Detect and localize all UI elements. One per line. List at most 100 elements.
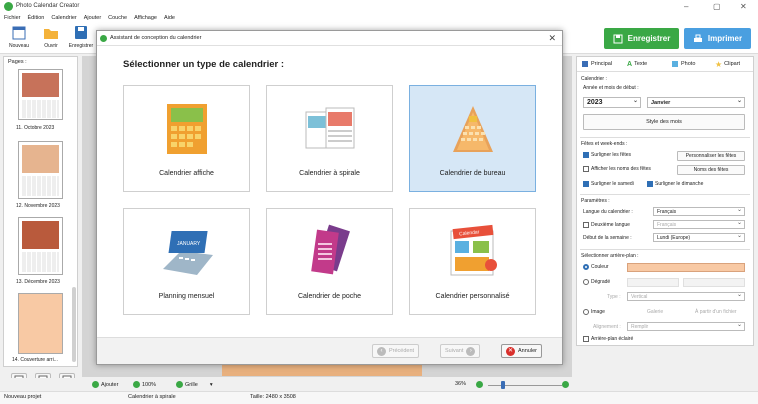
menu-help[interactable]: Aide — [164, 15, 175, 21]
zoom-slider-thumb[interactable] — [501, 381, 505, 389]
gradient-radio[interactable]: Dégradé — [583, 279, 610, 285]
zoom-in-button[interactable] — [562, 381, 569, 388]
tab-clipart[interactable]: ★ Clipart — [715, 57, 740, 71]
customize-holidays-button[interactable]: Personnaliser les fêtes — [677, 151, 745, 161]
page-thumb-november[interactable] — [18, 141, 63, 199]
pages-title: Pages : — [8, 59, 27, 65]
previous-button[interactable]: ‹ Précédent — [372, 344, 420, 358]
month-style-button[interactable]: Style des mois — [583, 114, 745, 130]
add-icon — [92, 381, 99, 388]
size-status: Taille: 2480 x 3508 — [250, 394, 296, 400]
page-caption-december: 13. Décembre 2023 — [16, 279, 60, 285]
highlight-saturday-checkbox[interactable]: Surligner le samedi — [583, 181, 634, 187]
grid-toggle[interactable]: Grille ▾ — [176, 381, 213, 388]
color-radio[interactable]: Couleur — [583, 264, 609, 270]
alignment-label: Alignement : — [593, 324, 621, 330]
new-calendar-icon — [12, 26, 26, 40]
properties-panel: Principal A Texte Photo ★ Clipart Calend… — [576, 56, 754, 346]
menu-layer[interactable]: Couche — [108, 15, 127, 21]
language-select[interactable]: Français — [653, 206, 745, 216]
params-section-title: Paramètres : — [581, 198, 610, 204]
grid-icon — [176, 381, 183, 388]
gradient-color-1[interactable] — [627, 278, 679, 287]
photo-tab-icon — [672, 61, 678, 67]
arrow-right-icon: › — [466, 346, 476, 356]
minimize-button[interactable]: – — [684, 2, 688, 11]
menu-add[interactable]: Ajouter — [84, 15, 101, 21]
dialog-footer: ‹ Précédent Suivant › ✕ Annuler — [97, 337, 562, 364]
save-icon — [613, 34, 623, 43]
planner-banner-text: JANUARY — [177, 241, 201, 247]
menu-calendar[interactable]: Calendrier — [51, 15, 76, 21]
card-custom-calendar[interactable]: Calendar Calendrier personnalisé — [409, 208, 536, 315]
menu-edit[interactable]: Édition — [28, 15, 45, 21]
holiday-names-button[interactable]: Noms des fêtes — [677, 165, 745, 175]
week-start-label: Début de la semaine : — [583, 235, 632, 241]
new-button[interactable]: Nouveau — [1, 25, 37, 52]
calendar-type-status: Calendrier à spirale — [128, 394, 176, 400]
year-spinner[interactable]: 2023 — [583, 96, 641, 108]
pages-panel: Pages : 11. Octobre 2023 12. Novembre 20… — [3, 56, 78, 367]
tab-text[interactable]: A Texte — [627, 57, 647, 71]
calendar-section-title: Calendrier : — [581, 76, 607, 82]
week-start-select[interactable]: Lundi (Europe) — [653, 232, 745, 242]
maximize-button[interactable]: ▢ — [713, 2, 721, 11]
pages-scrollbar[interactable] — [72, 287, 76, 362]
floppy-icon — [75, 26, 87, 39]
zoom-fit-button[interactable]: 100% — [133, 381, 156, 388]
card-desk-calendar[interactable]: Calendrier de bureau — [409, 85, 536, 192]
print-big-button[interactable]: Imprimer — [684, 28, 751, 49]
highlight-sunday-checkbox[interactable]: Surligner le dimanche — [647, 181, 703, 187]
zoom-out-button[interactable] — [476, 381, 483, 388]
title-bar: Photo Calendar Creator – ▢ ✕ — [0, 0, 758, 13]
gradient-color-2[interactable] — [683, 278, 745, 287]
second-language-select[interactable]: Français — [653, 219, 745, 229]
dialog-close-button[interactable]: ✕ — [548, 33, 556, 44]
page-caption-back-cover: 14. Couverture arri... — [12, 357, 58, 363]
gradient-type-label: Type : — [607, 294, 621, 300]
app-icon — [4, 2, 13, 11]
dialog-heading: Sélectionner un type de calendrier : — [123, 59, 285, 70]
gallery-link[interactable]: Galerie — [647, 309, 663, 315]
wizard-icon — [100, 35, 107, 42]
card-monthly-planner[interactable]: JANUARY Planning mensuel — [123, 208, 250, 315]
dropdown-arrow-icon: ▾ — [209, 381, 213, 388]
show-holiday-names-checkbox[interactable]: Afficher les noms des fêtes — [583, 166, 651, 172]
card-spiral-calendar[interactable]: Calendrier à spirale — [266, 85, 393, 192]
highlight-holidays-checkbox[interactable]: Surligner les fêtes — [583, 152, 631, 158]
page-thumb-back-cover[interactable] — [18, 293, 63, 354]
page-thumb-december[interactable] — [18, 217, 63, 275]
alignment-select[interactable]: Remplir — [627, 321, 745, 331]
color-swatch[interactable] — [627, 263, 745, 272]
calendar-wizard-dialog: Assistant de conception du calendrier ✕ … — [96, 30, 563, 365]
card-label: Calendrier à spirale — [299, 170, 360, 177]
close-window-button[interactable]: ✕ — [740, 2, 747, 11]
save-button[interactable]: Enregistrer — [65, 25, 97, 52]
from-file-link[interactable]: À partir d'un fichier — [695, 309, 737, 315]
month-select[interactable]: Janvier — [647, 96, 745, 108]
zoom-in-icon — [562, 381, 569, 388]
window-title: Photo Calendar Creator — [16, 3, 80, 9]
card-poster-calendar[interactable]: Calendrier affiche — [123, 85, 250, 192]
second-language-checkbox[interactable]: Deuxième langue — [583, 222, 630, 228]
menu-file[interactable]: Fichier — [4, 15, 21, 21]
lit-background-checkbox[interactable]: Arrière-plan éclairé — [583, 336, 633, 342]
page-thumb-october[interactable] — [18, 69, 63, 120]
card-pocket-calendar[interactable]: Calendrier de poche — [266, 208, 393, 315]
menu-view[interactable]: Affichage — [134, 15, 157, 21]
cancel-button[interactable]: ✕ Annuler — [501, 344, 542, 358]
gradient-type-select[interactable]: Vertical — [627, 291, 745, 301]
next-button[interactable]: Suivant › — [440, 344, 481, 358]
image-radio[interactable]: Image — [583, 309, 605, 315]
dialog-title: Assistant de conception du calendrier — [110, 35, 202, 41]
zoom-fit-icon — [133, 381, 140, 388]
pocket-calendar-icon — [311, 224, 350, 275]
page-caption-november: 12. Novembre 2023 — [16, 203, 60, 209]
save-big-button[interactable]: Enregistrer — [604, 28, 679, 49]
add-status-button[interactable]: Ajouter — [92, 381, 118, 388]
open-button[interactable]: Ouvrir — [33, 25, 69, 52]
tab-photo[interactable]: Photo — [671, 57, 695, 71]
zoom-slider-track[interactable] — [488, 385, 562, 386]
project-name: Nouveau projet — [4, 394, 42, 400]
tab-main[interactable]: Principal — [581, 57, 613, 71]
